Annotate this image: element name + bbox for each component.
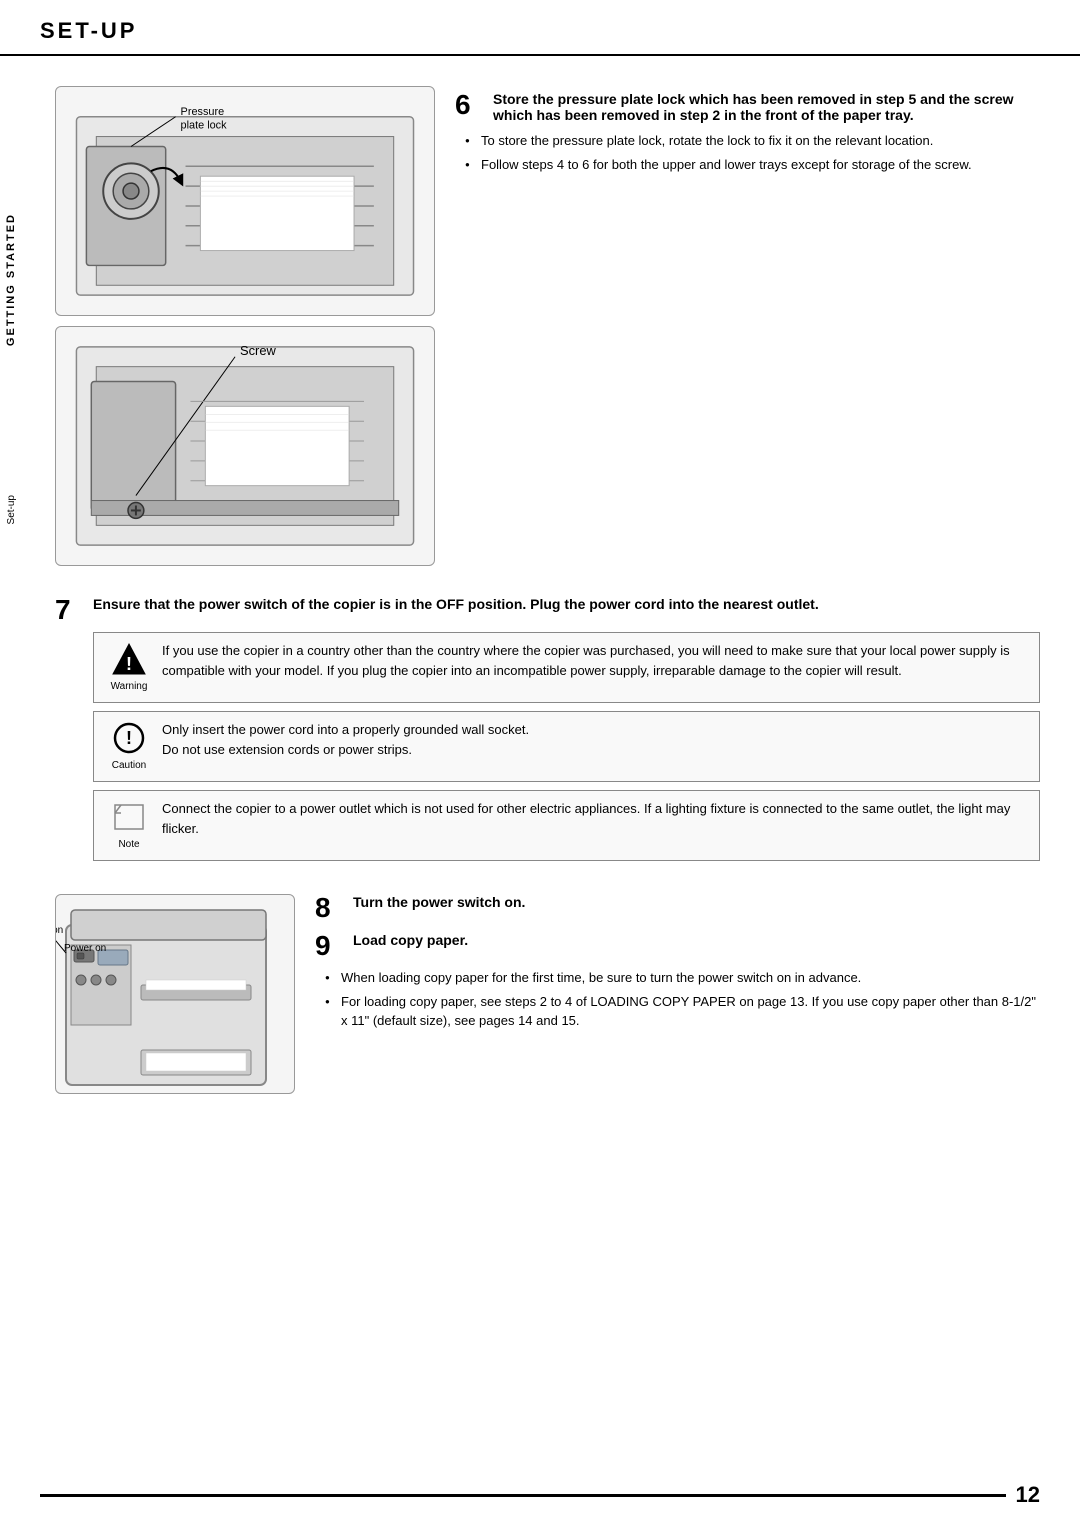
note-text: Connect the copier to a power outlet whi… (162, 799, 1029, 838)
step7-instruction-bold: Ensure that the power switch of the copi… (93, 596, 819, 612)
step9-bullet-1: When loading copy paper for the first ti… (325, 968, 1040, 988)
step9-bullet-2: For loading copy paper, see steps 2 to 4… (325, 992, 1040, 1031)
getting-started-label: GETTING STARTED (0, 120, 22, 440)
svg-text:Pressure: Pressure (181, 106, 225, 118)
step7-area: 7 Ensure that the power switch of the co… (55, 596, 1040, 869)
warning-text: If you use the copier in a country other… (162, 641, 1029, 680)
svg-text:Screw: Screw (240, 343, 276, 358)
step6-illustrations: Pressure plate lock (55, 86, 435, 566)
step6-row: 6 Store the pressure plate lock which ha… (455, 91, 1040, 123)
step6-area: Pressure plate lock (55, 86, 1040, 566)
page-title: SET-UP (40, 18, 137, 44)
step8-row: 8 Turn the power switch on. (315, 894, 1040, 922)
caution-box: ! Caution Only insert the power cord int… (93, 711, 1040, 782)
step89-area: Power on Power on 8 Turn the power switc… (55, 894, 1040, 1094)
note-icon-col: Note (104, 799, 154, 852)
step7-instruction-text: Ensure that the power switch of the copi… (93, 596, 819, 612)
svg-text:plate lock: plate lock (181, 120, 228, 132)
warning-box: ! Warning If you use the copier in a cou… (93, 632, 1040, 703)
note-box: Note Connect the copier to a power outle… (93, 790, 1040, 861)
footer-line-left (40, 1494, 1006, 1497)
step8-text: Turn the power switch on. (353, 894, 525, 910)
illustration-copier: Power on Power on (55, 894, 295, 1094)
step8-item: 8 Turn the power switch on. (315, 894, 1040, 922)
step9-number: 9 (315, 932, 343, 960)
step6-instruction-text: Store the pressure plate lock which has … (493, 91, 1040, 123)
svg-text:Power on: Power on (56, 925, 63, 936)
page-footer: 12 (0, 1482, 1080, 1508)
step9-instruction: Load copy paper. (353, 932, 468, 948)
illustration-pressure-plate: Pressure plate lock (55, 86, 435, 316)
step8-number: 8 (315, 894, 343, 922)
step6-number: 6 (455, 91, 483, 119)
caution-text1: Only insert the power cord into a proper… (162, 720, 1029, 740)
page-header: SET-UP (0, 0, 1080, 56)
main-content: Pressure plate lock (0, 56, 1080, 1114)
power-on-label: Power on (64, 943, 106, 954)
step6-instruction-bold: Store the pressure plate lock which has … (493, 91, 1014, 123)
step89-text-col: 8 Turn the power switch on. 9 Load copy … (315, 894, 1040, 1041)
caution-icon-col: ! Caution (104, 720, 154, 773)
step7-content: 7 Ensure that the power switch of the co… (55, 596, 1040, 869)
caution-text2: Do not use extension cords or power stri… (162, 740, 1029, 760)
caution-icon: ! (111, 720, 147, 756)
step6-bullet-2: Follow steps 4 to 6 for both the upper a… (465, 155, 1040, 175)
caution-text: Only insert the power cord into a proper… (162, 720, 1029, 759)
step6-text: 6 Store the pressure plate lock which ha… (455, 86, 1040, 178)
step9-text: Load copy paper. (353, 932, 468, 948)
page-number: 12 (1016, 1482, 1040, 1508)
warning-icon: ! (111, 641, 147, 677)
step9-bullets: When loading copy paper for the first ti… (315, 968, 1040, 1031)
warning-label: Warning (111, 679, 148, 694)
setup-label: Set-up (0, 470, 22, 550)
note-label: Note (118, 837, 139, 852)
svg-text:!: ! (126, 728, 132, 748)
caution-label: Caution (112, 758, 146, 773)
note-icon (111, 799, 147, 835)
step7-row: 7 Ensure that the power switch of the co… (55, 596, 1040, 624)
step9-item: 9 Load copy paper. When loading copy pap… (315, 932, 1040, 1031)
step7-number: 7 (55, 596, 83, 624)
step9-row: 9 Load copy paper. (315, 932, 1040, 960)
step6-bullet-1: To store the pressure plate lock, rotate… (465, 131, 1040, 151)
warning-icon-col: ! Warning (104, 641, 154, 694)
illustration-screw: Screw (55, 326, 435, 566)
step6-bullets: To store the pressure plate lock, rotate… (455, 131, 1040, 174)
svg-text:!: ! (126, 654, 132, 674)
step8-instruction: Turn the power switch on. (353, 894, 525, 910)
